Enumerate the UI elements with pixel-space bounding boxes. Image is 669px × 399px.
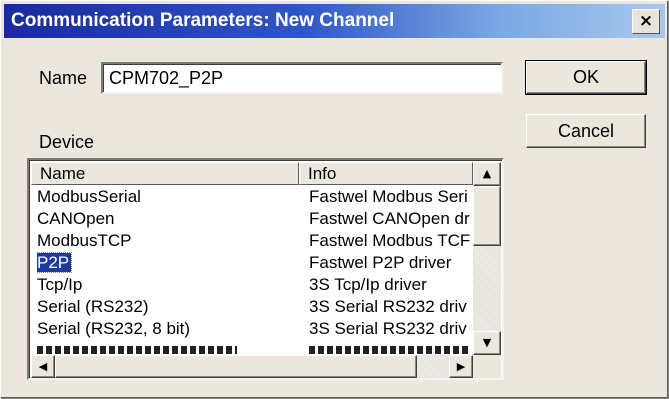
name-input[interactable] xyxy=(101,62,503,94)
device-info: Fastwel P2P driver xyxy=(309,253,452,272)
device-name: CANOpen xyxy=(37,209,115,228)
device-info: 3S Tcp/Ip driver xyxy=(309,275,427,294)
device-info: 3S Serial RS232 driv xyxy=(309,297,467,316)
close-button[interactable]: × xyxy=(632,9,660,34)
close-icon: × xyxy=(638,11,654,31)
clipped-row-info xyxy=(309,346,469,354)
list-item[interactable]: ModbusSerial Fastwel Modbus Seri xyxy=(31,186,473,208)
list-item[interactable]: Serial (RS232) 3S Serial RS232 driv xyxy=(31,296,473,318)
column-header-name[interactable]: Name xyxy=(31,162,299,185)
vertical-scrollbar[interactable]: ▲ ▼ xyxy=(473,162,501,355)
list-item-selected[interactable]: P2P Fastwel P2P driver xyxy=(31,252,473,274)
arrow-left-icon: ◀ xyxy=(38,360,48,373)
arrow-right-icon: ▶ xyxy=(456,360,466,373)
clipped-row-text xyxy=(37,346,237,354)
device-name: ModbusSerial xyxy=(37,187,141,206)
vertical-scroll-thumb[interactable] xyxy=(473,186,501,246)
window-title: Communication Parameters: New Channel xyxy=(11,10,395,31)
scrollbar-corner xyxy=(473,355,501,378)
title-bar[interactable]: Communication Parameters: New Channel × xyxy=(4,4,665,38)
device-name: Tcp/Ip xyxy=(37,275,83,294)
ok-button[interactable]: OK xyxy=(525,60,647,95)
horizontal-scroll-thumb[interactable] xyxy=(55,355,417,378)
scroll-left-button[interactable]: ◀ xyxy=(31,355,55,378)
horizontal-scrollbar[interactable]: ◀ ▶ xyxy=(31,355,473,378)
device-info: 3S Serial RS232 driv xyxy=(309,319,467,338)
list-item[interactable]: Tcp/Ip 3S Tcp/Ip driver xyxy=(31,274,473,296)
device-name: ModbusTCP xyxy=(37,231,132,250)
dialog-window: Communication Parameters: New Channel × … xyxy=(0,0,669,399)
cancel-button[interactable]: Cancel xyxy=(526,114,646,148)
scroll-right-button[interactable]: ▶ xyxy=(449,355,473,378)
device-name: Serial (RS232, 8 bit) xyxy=(37,319,191,338)
device-name: P2P xyxy=(37,252,73,273)
name-label: Name xyxy=(39,68,88,88)
scroll-up-button[interactable]: ▲ xyxy=(473,162,501,186)
device-list[interactable]: Name Info ModbusSerial Fastwel Modbus Se… xyxy=(27,158,504,380)
arrow-up-icon: ▲ xyxy=(482,167,492,180)
device-name: Serial (RS232) xyxy=(37,297,149,316)
device-info: Fastwel Modbus TCF xyxy=(309,231,471,250)
scroll-down-button[interactable]: ▼ xyxy=(473,331,501,355)
device-info: Fastwel Modbus Seri xyxy=(309,187,468,206)
device-label: Device xyxy=(39,132,95,152)
column-header-info[interactable]: Info xyxy=(299,162,473,185)
list-item[interactable]: ModbusTCP Fastwel Modbus TCF xyxy=(31,230,473,252)
list-item[interactable]: Serial (RS232, 8 bit) 3S Serial RS232 dr… xyxy=(31,318,473,340)
list-item-partial[interactable] xyxy=(31,344,473,355)
list-item[interactable]: CANOpen Fastwel CANOpen dr xyxy=(31,208,473,230)
arrow-down-icon: ▼ xyxy=(482,336,492,349)
device-info: Fastwel CANOpen dr xyxy=(309,209,470,228)
